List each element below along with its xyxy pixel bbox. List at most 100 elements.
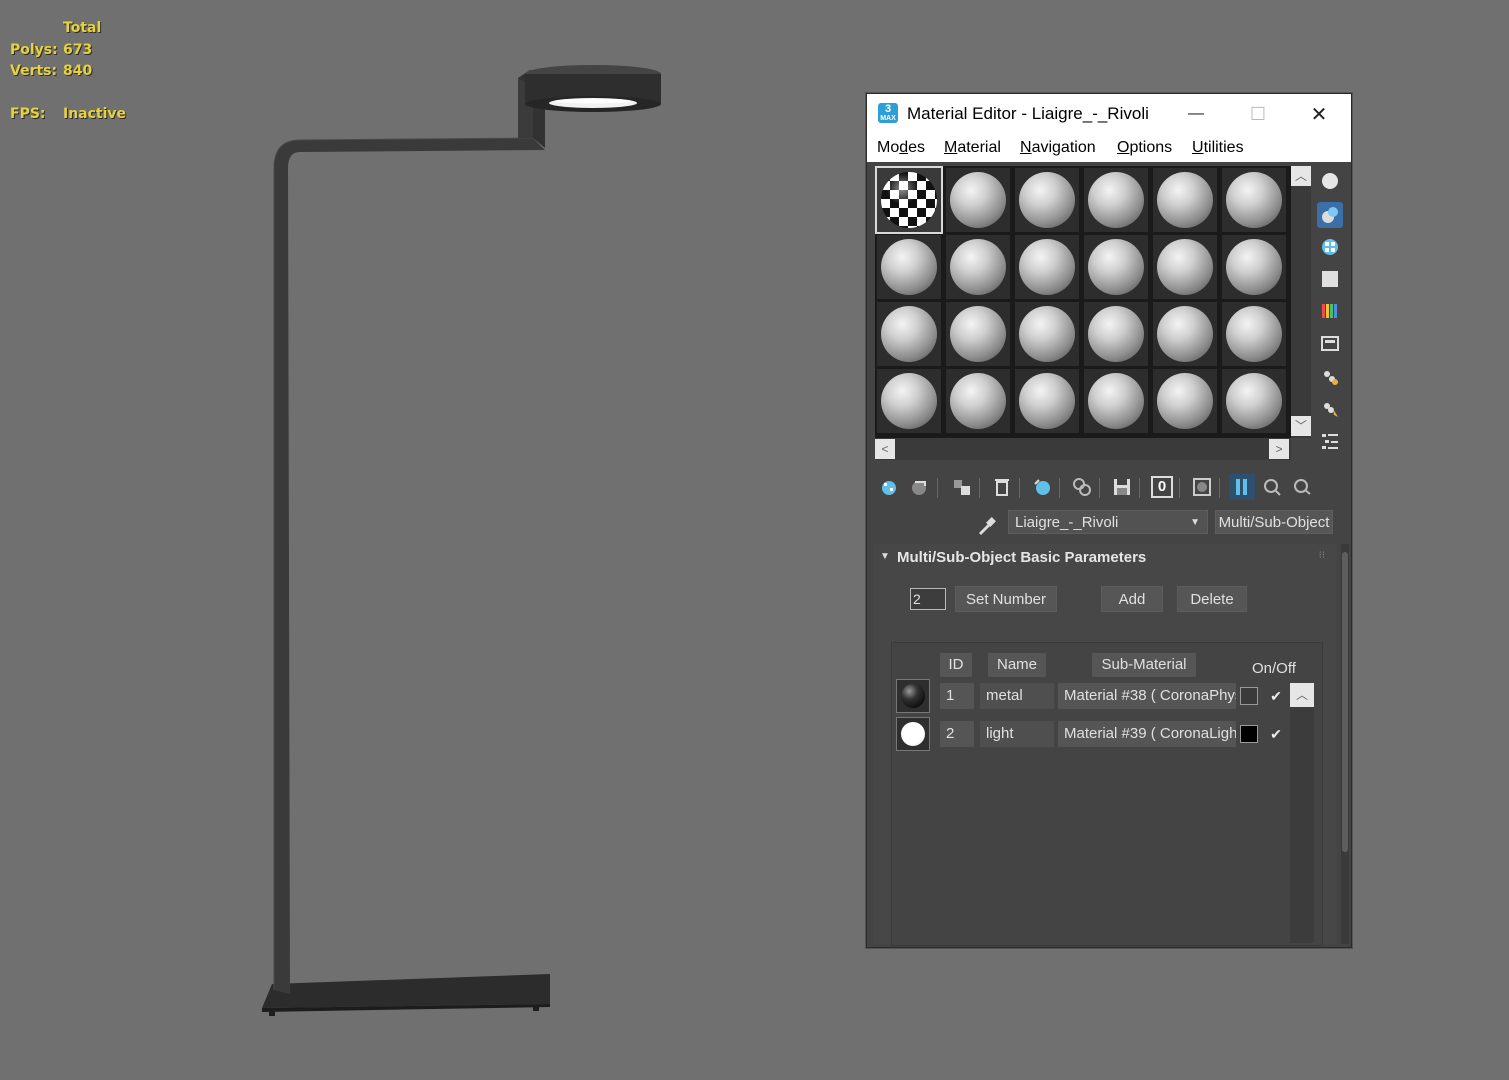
material-sample-slot[interactable] — [877, 369, 941, 433]
material-options-icon[interactable] — [1317, 364, 1343, 390]
title-bar[interactable]: 3 MAX Material Editor - Liaigre_-_Rivoli… — [867, 94, 1351, 134]
background-checker-icon[interactable] — [1317, 234, 1343, 260]
scroll-right-icon[interactable]: > — [1269, 439, 1289, 459]
material-sample-slot[interactable] — [877, 302, 941, 366]
material-sample-slot[interactable] — [1084, 302, 1148, 366]
sample-sphere — [950, 172, 1006, 228]
material-sample-slot[interactable] — [1153, 235, 1217, 299]
material-sample-slot[interactable] — [1015, 168, 1079, 232]
row-on-off-checkbox[interactable]: ✔ — [1268, 688, 1284, 704]
close-icon: ✕ — [1310, 103, 1328, 126]
add-button[interactable]: Add — [1101, 586, 1163, 612]
menu-modes[interactable]: Modes — [877, 139, 925, 157]
row-color-swatch[interactable] — [1240, 725, 1258, 743]
row-on-off-checkbox[interactable]: ✔ — [1268, 726, 1284, 742]
material-sample-slot[interactable] — [1153, 168, 1217, 232]
sub-material-button[interactable]: Material #39 ( CoronaLightMtl ) — [1058, 721, 1236, 747]
material-sample-slot[interactable] — [1084, 235, 1148, 299]
pick-material-from-object-icon[interactable] — [975, 515, 997, 542]
sample-type-icon[interactable] — [1317, 168, 1343, 194]
material-map-navigator-icon[interactable] — [1317, 428, 1343, 454]
show-shaded-material-icon[interactable] — [1189, 474, 1215, 500]
material-sample-slot[interactable] — [875, 166, 943, 234]
slots-vertical-scrollbar[interactable]: ︿ ﹀ — [1291, 166, 1311, 438]
material-sample-slot[interactable] — [946, 168, 1010, 232]
maximize-button[interactable]: ☐ — [1235, 94, 1281, 134]
column-header-sub-material[interactable]: Sub-Material — [1092, 653, 1196, 677]
row-id: 2 — [940, 721, 974, 747]
make-unique-icon[interactable] — [1069, 474, 1095, 500]
rollout-header[interactable]: ▼ Multi/Sub-Object Basic Parameters ⁝⁝ — [873, 544, 1337, 572]
material-type-button[interactable]: Multi/Sub-Object — [1215, 510, 1333, 534]
minimize-button[interactable]: — — [1173, 94, 1219, 134]
set-number-field[interactable]: 2 — [910, 588, 946, 610]
material-sample-slot[interactable] — [1222, 168, 1286, 232]
sample-sphere — [1226, 306, 1282, 362]
show-end-result-icon[interactable] — [1229, 474, 1255, 500]
material-sample-slot[interactable] — [877, 235, 941, 299]
editor-scrollbar[interactable] — [1341, 544, 1349, 944]
material-name-dropdown[interactable]: Liaigre_-_Rivoli ▼ — [1008, 510, 1208, 534]
material-sample-slot[interactable] — [1153, 369, 1217, 433]
sub-list-scrollbar[interactable]: ︿ — [1290, 683, 1314, 943]
material-sample-slot[interactable] — [1015, 369, 1079, 433]
menu-navigation[interactable]: Navigation — [1020, 139, 1096, 157]
material-sample-slot[interactable] — [946, 369, 1010, 433]
material-sample-slot[interactable] — [1015, 235, 1079, 299]
close-button[interactable]: ✕ — [1296, 94, 1342, 134]
material-sample-slot[interactable] — [1222, 302, 1286, 366]
assign-material-to-selection-icon[interactable] — [949, 474, 975, 500]
row-name-field[interactable]: light — [980, 721, 1054, 747]
column-header-name[interactable]: Name — [988, 653, 1046, 677]
row-name-field[interactable]: metal — [980, 683, 1054, 709]
scroll-down-icon[interactable]: ﹀ — [1291, 416, 1311, 436]
minimize-icon: — — [1188, 105, 1204, 122]
row-color-swatch[interactable] — [1240, 687, 1258, 705]
select-by-material-icon[interactable] — [1317, 396, 1343, 422]
material-sample-slot[interactable] — [946, 235, 1010, 299]
menu-utilities[interactable]: Utilities — [1192, 139, 1244, 157]
sample-sphere — [950, 306, 1006, 362]
make-preview-icon[interactable] — [1317, 331, 1343, 357]
make-material-copy-icon[interactable] — [1029, 474, 1055, 500]
put-material-to-scene-icon[interactable] — [907, 474, 933, 500]
backlight-icon[interactable] — [1317, 202, 1343, 228]
sample-sphere — [1019, 306, 1075, 362]
reset-map-delete-icon[interactable] — [989, 474, 1015, 500]
go-to-parent-icon[interactable] — [1259, 474, 1285, 500]
go-forward-to-sibling-icon[interactable] — [1289, 474, 1315, 500]
material-sample-slot[interactable] — [946, 302, 1010, 366]
material-sample-slot[interactable] — [1084, 168, 1148, 232]
put-to-library-icon[interactable] — [1109, 474, 1135, 500]
material-sample-slot[interactable] — [1222, 235, 1286, 299]
material-sample-slot[interactable] — [1015, 302, 1079, 366]
material-sample-slot[interactable] — [1084, 369, 1148, 433]
material-name-text: Liaigre_-_Rivoli — [1015, 514, 1119, 531]
column-header-id[interactable]: ID — [940, 653, 972, 677]
rollout-title: Multi/Sub-Object Basic Parameters — [897, 549, 1147, 566]
column-header-on-off: On/Off — [1252, 660, 1296, 677]
scroll-up-icon[interactable]: ︿ — [1291, 166, 1311, 186]
sub-material-preview[interactable] — [896, 679, 930, 713]
delete-button[interactable]: Delete — [1177, 586, 1247, 612]
material-id-channel-icon[interactable]: 0 — [1149, 474, 1175, 500]
material-sample-slot[interactable] — [1153, 302, 1217, 366]
material-editor-window: 3 MAX Material Editor - Liaigre_-_Rivoli… — [866, 93, 1352, 948]
sub-material-button[interactable]: Material #38 ( CoronaPhysicalMtl ) — [1058, 683, 1236, 709]
sample-sphere — [950, 239, 1006, 295]
scroll-left-icon[interactable]: < — [875, 439, 895, 459]
sample-uv-tiling-icon[interactable] — [1317, 266, 1343, 292]
scroll-thumb[interactable] — [1342, 552, 1348, 852]
dropdown-arrow-icon: ▼ — [1190, 517, 1200, 528]
menu-options[interactable]: Options — [1117, 139, 1172, 157]
video-color-check-icon[interactable] — [1317, 298, 1343, 324]
sub-material-preview[interactable] — [896, 717, 930, 751]
material-sample-slot[interactable] — [1222, 369, 1286, 433]
get-material-icon[interactable] — [877, 474, 903, 500]
sample-slots-grid — [875, 166, 1291, 438]
slots-horizontal-scrollbar[interactable]: < > — [875, 438, 1291, 460]
set-number-button[interactable]: Set Number — [955, 586, 1057, 612]
scroll-up-icon[interactable]: ︿ — [1290, 683, 1314, 707]
menu-material[interactable]: Material — [944, 139, 1001, 157]
sample-sphere — [1019, 172, 1075, 228]
